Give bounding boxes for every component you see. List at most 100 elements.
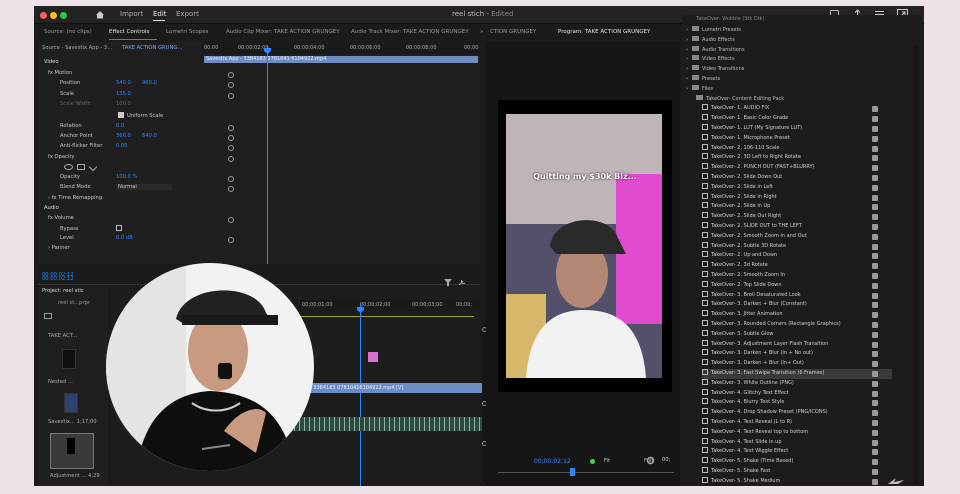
effects-pack-folder[interactable]: TakeOver- Content Editing Pack [692, 94, 784, 105]
minimize-window-button[interactable] [50, 12, 57, 19]
marker-button[interactable] [590, 459, 595, 464]
effects-folder[interactable]: › Audio Transitions [686, 45, 745, 56]
effects-scrollbar[interactable] [914, 45, 918, 485]
effect-preset-item[interactable]: TakeOver- 4. Text Wiggle Effect [702, 447, 892, 457]
opacity-header-row[interactable]: fx Opacity [48, 154, 75, 163]
disclosure-arrow-icon[interactable]: › [686, 27, 688, 33]
ec-current-timecode[interactable]: 00;00;02;12 [42, 272, 74, 281]
program-scrub-handle[interactable] [570, 468, 575, 476]
effect-preset-item[interactable]: TakeOver- 2. Slide in Right [702, 192, 892, 203]
effect-preset-item[interactable]: TakeOver- 4. Text Reveal (L to R) [702, 418, 892, 428]
volume-row[interactable]: fx Volume [48, 215, 74, 224]
effect-preset-item[interactable]: TakeOver- 2. PUNCH OUT (FAST+BLURRY) [702, 163, 892, 173]
anchor-y-value[interactable]: 640.0 [142, 133, 157, 139]
reset-icon[interactable] [228, 217, 234, 223]
effect-preset-item[interactable]: TakeOver- 5. Shake Medium [702, 476, 892, 486]
effect-preset-item[interactable]: TakeOver- 2. Subtle 3D Rotate [702, 241, 892, 252]
tab-lumetri-scopes[interactable]: Lumetri Scopes [166, 29, 209, 35]
tab-take-action-cut[interactable]: CTION GRUNGEY [490, 29, 536, 35]
effects-folder[interactable]: › Lumetri Presets [686, 26, 741, 36]
reset-icon[interactable] [228, 186, 234, 192]
timeline-playhead[interactable] [360, 303, 361, 486]
effect-preset-item[interactable]: TakeOver- 2. 106-110 Scale [702, 143, 892, 154]
settings-icon[interactable] [646, 456, 655, 465]
opacity-value[interactable]: 100.0 % [116, 174, 137, 180]
uniform-scale-row[interactable]: Uniform Scale [118, 112, 163, 121]
disclosure-arrow-icon[interactable]: › [686, 86, 688, 92]
effect-preset-item[interactable]: TakeOver- 2. Top Slide Down [702, 280, 892, 291]
effect-item-truncated[interactable]: TakeOver- Wobble (Stk Dtk) [696, 15, 892, 25]
home-icon[interactable] [95, 10, 105, 19]
effect-preset-item[interactable]: TakeOver- 3. Darken + Blur (In+ Out) [702, 359, 892, 369]
effects-folder[interactable]: › Video Effects [686, 55, 735, 65]
disclosure-arrow-icon[interactable]: › [686, 37, 688, 43]
panner-row[interactable]: › Panner [48, 245, 70, 254]
effects-folder[interactable]: › Audio Effects [686, 35, 735, 46]
reset-icon[interactable] [228, 125, 234, 131]
effect-preset-item[interactable]: TakeOver- 2. Smooth Zoom In [702, 271, 892, 281]
rotation-value[interactable]: 0.0 [116, 123, 124, 129]
effect-preset-item[interactable]: TakeOver- 4. Blurry Text Style [702, 398, 892, 408]
effect-preset-item[interactable]: TakeOver- 4. Text Slide in up [702, 437, 892, 448]
anchor-x-value[interactable]: 360.0 [116, 133, 142, 139]
reset-icon[interactable] [228, 145, 234, 151]
effect-preset-item[interactable]: TakeOver- 4. Glitchy Text Effect [702, 388, 892, 399]
disclosure-arrow-icon[interactable]: › [686, 76, 688, 82]
effect-preset-item[interactable]: TakeOver- 3. Broll Desaturated Look [702, 290, 892, 301]
effects-folder[interactable]: › Video Transitions [686, 65, 744, 75]
bypass-checkbox[interactable] [116, 225, 122, 231]
effect-preset-item[interactable]: TakeOver- 1. Basic Color Grade [702, 114, 892, 124]
effect-preset-item[interactable]: TakeOver- 3. Darken + Blur (Constant) [702, 300, 892, 310]
effect-preset-item[interactable]: TakeOver- 5. Shake Fast [702, 467, 892, 477]
timeline-playhead-marker-icon[interactable] [357, 307, 364, 313]
tab-audio-track-mixer[interactable]: Audio Track Mixer: TAKE ACTION GRUNGEY [351, 29, 469, 35]
effect-preset-item[interactable]: TakeOver- 2. 3d Rotate [702, 261, 892, 271]
effect-preset-item[interactable]: TakeOver- 2. SLIDE OUT to THE LEFT [702, 222, 892, 232]
anti-flicker-value[interactable]: 0.00 [116, 143, 128, 149]
effect-preset-item[interactable]: TakeOver- 2. Smooth Zoom in and Out [702, 231, 892, 242]
reset-icon[interactable] [228, 82, 234, 88]
pink-adjustment-clip[interactable] [368, 352, 378, 362]
position-y-value[interactable]: 960.0 [142, 80, 157, 86]
effects-folder[interactable]: › Presets [686, 75, 720, 85]
rectangle-mask-icon[interactable] [77, 164, 85, 170]
project-item[interactable]: Savestix... 1;17;00 [48, 419, 97, 428]
effect-preset-item[interactable]: TakeOver- 3. Rounded Corners (Rectangle … [702, 320, 892, 330]
effect-preset-item[interactable]: TakeOver- 5. Shake (Time Based) [702, 457, 892, 467]
effect-preset-item[interactable]: TakeOver- 3. White Outline (PNG) [702, 378, 892, 389]
effect-preset-item[interactable]: TakeOver- 4. Text Reveal top to bottom [702, 427, 892, 438]
effect-preset-item[interactable]: TakeOver- 2. Slide Out Right [702, 212, 892, 222]
audio-waveform-clip[interactable] [292, 417, 484, 431]
effect-preset-item[interactable]: TakeOver- 2. Slide in Left [702, 182, 892, 193]
level-value[interactable]: 0.0 dB [116, 235, 133, 241]
uniform-scale-checkbox[interactable] [118, 112, 124, 118]
program-scrub-bar[interactable] [498, 472, 674, 473]
effect-preset-item[interactable]: TakeOver- 3. Darken + Blur (In + No out) [702, 349, 892, 359]
disclosure-arrow-icon[interactable]: › [686, 47, 688, 53]
reset-icon[interactable] [228, 135, 234, 141]
timeline-ruler[interactable]: 00;00;01;00 00;00;02;00 00;00;03;00 00;0… [292, 299, 480, 311]
menu-import[interactable]: Import [120, 10, 143, 18]
reset-icon[interactable] [228, 237, 234, 243]
program-timecode[interactable]: 00;00;02;12 [534, 458, 571, 467]
project-thumbnail[interactable] [62, 349, 76, 369]
effect-preset-item[interactable]: TakeOver- 2. Up and Down [702, 251, 892, 261]
time-remapping-row[interactable]: › fx Time Remapping [48, 195, 102, 204]
scale-value[interactable]: 135.0 [116, 91, 131, 97]
project-item[interactable]: TAKE ACT... [48, 333, 77, 342]
playhead-marker-icon[interactable] [264, 48, 271, 54]
tab-overflow[interactable]: » [480, 29, 483, 35]
effect-preset-item[interactable]: TakeOver- 3. Fast Swipe Transition (6 Fr… [702, 369, 892, 379]
disclosure-arrow-icon[interactable]: › [686, 66, 688, 72]
tab-effect-controls[interactable]: Effect Controls [109, 29, 149, 35]
effect-preset-item[interactable]: TakeOver- 3. Jitter Animation [702, 310, 892, 320]
effect-preset-item[interactable]: TakeOver- 4. Drop Shadow Preset (PNG/ICO… [702, 408, 892, 418]
tab-source[interactable]: Source: (no clips) [44, 29, 92, 35]
project-item[interactable]: Nested ... [48, 379, 73, 388]
position-x-value[interactable]: 540.0 [116, 80, 142, 86]
ec-sequence-label[interactable]: TAKE ACTION GRUNG... [122, 45, 182, 54]
zoom-window-button[interactable] [60, 12, 67, 19]
close-window-button[interactable] [40, 12, 47, 19]
ec-playhead[interactable] [267, 46, 268, 264]
effect-preset-item[interactable]: TakeOver- 1. AUDIO FIX [702, 104, 892, 114]
